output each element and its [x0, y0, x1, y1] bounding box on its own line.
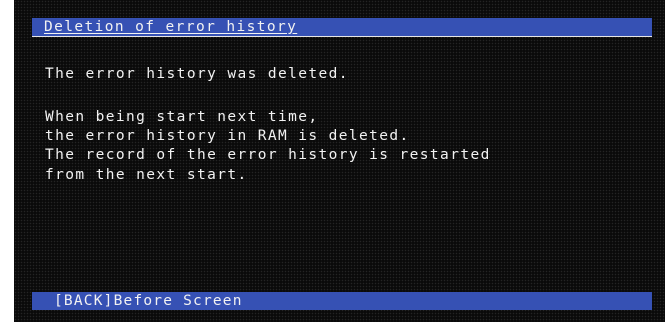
title-bar: Deletion of error history	[32, 18, 652, 37]
message-line: The record of the error history is resta…	[45, 147, 491, 163]
footer-bar: [BACK]Before Screen	[32, 292, 652, 310]
message-line: When being start next time,	[45, 109, 319, 125]
screen-title: Deletion of error history	[44, 19, 298, 35]
back-button[interactable]: [BACK]Before Screen	[54, 292, 243, 310]
message-line: from the next start.	[45, 167, 248, 183]
screen-panel: Deletion of error history The error hist…	[14, 0, 665, 322]
message-line: The error history was deleted.	[45, 66, 349, 82]
message-line: the error history in RAM is deleted.	[45, 128, 410, 144]
